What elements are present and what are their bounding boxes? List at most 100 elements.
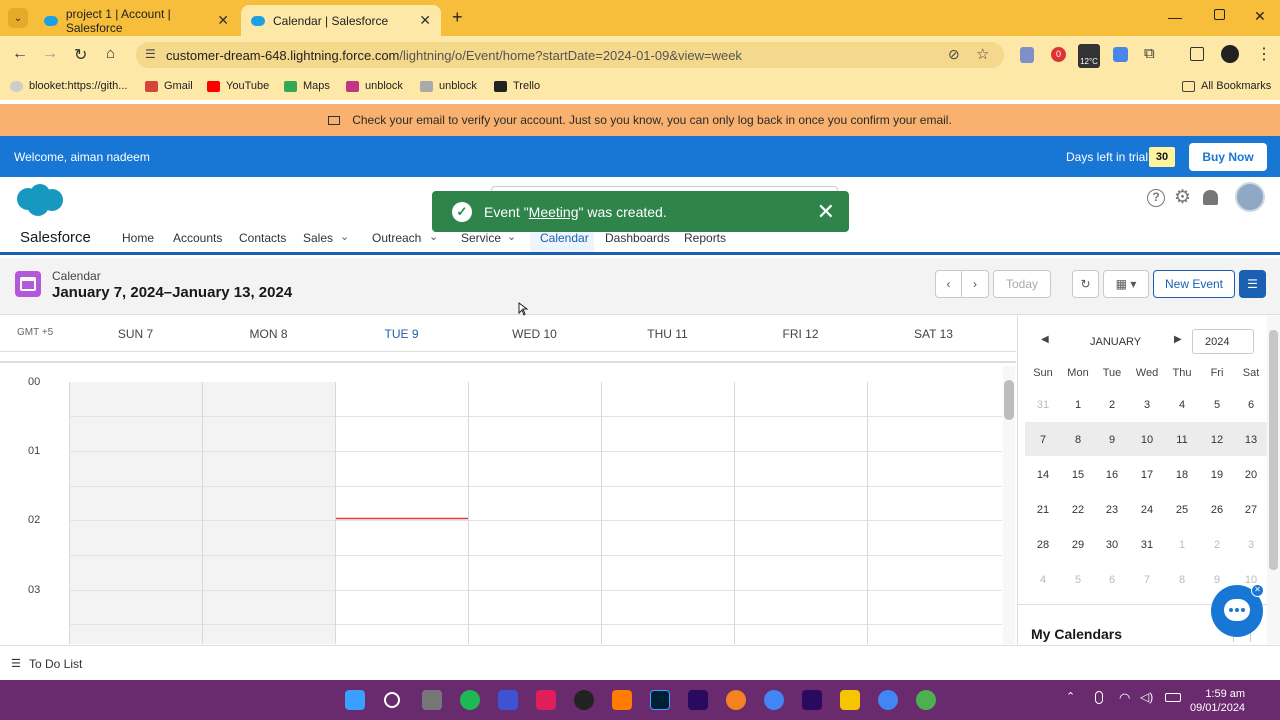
mini-calendar-day[interactable]: 9: [1095, 434, 1129, 446]
bookmark-unblock-2[interactable]: unblock: [420, 80, 477, 92]
previous-month-icon[interactable]: ◀: [1041, 334, 1049, 345]
mini-calendar-day[interactable]: 6: [1234, 399, 1268, 411]
task-view-icon[interactable]: [422, 690, 442, 710]
refresh-button[interactable]: ↻: [1072, 270, 1099, 298]
bookmark-maps[interactable]: Maps: [284, 80, 330, 92]
mini-calendar-day[interactable]: 2: [1200, 539, 1234, 551]
mini-calendar-day[interactable]: 5: [1061, 574, 1095, 586]
mini-calendar-day[interactable]: 8: [1061, 434, 1095, 446]
minimize-icon[interactable]: —: [1168, 9, 1182, 25]
forward-icon[interactable]: →: [42, 45, 58, 63]
translate-extension-icon[interactable]: [1113, 47, 1128, 62]
bookmark-star-icon[interactable]: ☆: [976, 45, 989, 63]
nav-calendar[interactable]: Calendar: [540, 231, 589, 245]
nav-accounts[interactable]: Accounts: [173, 231, 222, 245]
mini-calendar-day[interactable]: 25: [1165, 504, 1199, 516]
mini-calendar-day[interactable]: 21: [1026, 504, 1060, 516]
obs-icon[interactable]: [574, 690, 594, 710]
mini-calendar-day[interactable]: 3: [1130, 399, 1164, 411]
chrome-icon[interactable]: [764, 690, 784, 710]
nav-dashboards[interactable]: Dashboards: [605, 231, 670, 245]
mini-calendar-day[interactable]: 22: [1061, 504, 1095, 516]
new-event-button[interactable]: New Event: [1153, 270, 1235, 298]
weather-extension-icon[interactable]: 12°C: [1078, 44, 1100, 68]
mini-calendar-day[interactable]: 9: [1200, 574, 1234, 586]
next-week-button[interactable]: ›: [961, 270, 989, 298]
chrome-active-icon[interactable]: [878, 690, 898, 710]
battery-icon[interactable]: [1165, 693, 1181, 702]
new-tab-icon[interactable]: +: [452, 7, 463, 28]
view-switcher-button[interactable]: ▦ ▾: [1103, 270, 1149, 298]
mini-calendar-day[interactable]: 7: [1130, 574, 1164, 586]
side-panel-icon[interactable]: [1190, 47, 1204, 61]
address-bar[interactable]: ☰ customer-dream-648.lightning.force.com…: [136, 42, 1004, 68]
mini-calendar-day[interactable]: 5: [1200, 399, 1234, 411]
close-tab-icon[interactable]: ✕: [217, 12, 229, 29]
toast-event-link[interactable]: Meeting: [529, 204, 579, 220]
profile-avatar[interactable]: [1221, 45, 1239, 63]
previous-week-button[interactable]: ‹: [935, 270, 962, 298]
site-info-icon[interactable]: ☰: [145, 47, 156, 61]
mini-calendar-day[interactable]: 12: [1200, 434, 1234, 446]
premiere-icon[interactable]: [688, 690, 708, 710]
photoshop-icon[interactable]: [650, 690, 670, 710]
extensions-puzzle-icon[interactable]: ⧉: [1144, 45, 1155, 62]
day-header[interactable]: SUN 7: [69, 327, 202, 341]
search-icon[interactable]: [384, 692, 400, 708]
messenger-icon[interactable]: [498, 690, 518, 710]
close-toast-icon[interactable]: ✕: [817, 199, 835, 225]
mini-calendar-day[interactable]: 16: [1095, 469, 1129, 481]
day-header[interactable]: THU 11: [601, 327, 734, 341]
all-bookmarks[interactable]: All Bookmarks: [1182, 80, 1271, 92]
tracking-protection-icon[interactable]: ⊘: [948, 46, 960, 63]
nav-contacts[interactable]: Contacts: [239, 231, 286, 245]
mini-calendar-day[interactable]: 24: [1130, 504, 1164, 516]
day-header[interactable]: WED 10: [468, 327, 601, 341]
next-month-icon[interactable]: ▶: [1174, 334, 1182, 345]
bookmark-gmail[interactable]: Gmail: [145, 80, 193, 92]
mini-calendar-day[interactable]: 23: [1095, 504, 1129, 516]
mini-calendar-day[interactable]: 11: [1165, 434, 1199, 446]
mini-calendar-day[interactable]: 29: [1061, 539, 1095, 551]
file-explorer-icon[interactable]: [840, 690, 860, 710]
tab-search-button[interactable]: ⌄: [8, 8, 28, 28]
mini-calendar-day[interactable]: 19: [1200, 469, 1234, 481]
mini-calendar-day[interactable]: 20: [1234, 469, 1268, 481]
system-clock[interactable]: 1:59 am 09/01/2024: [1190, 687, 1245, 715]
reload-icon[interactable]: ↻: [74, 45, 87, 65]
mini-calendar-day[interactable]: 4: [1026, 574, 1060, 586]
wifi-icon[interactable]: ◠: [1119, 690, 1130, 706]
help-icon[interactable]: ?: [1147, 189, 1165, 207]
close-tab-icon[interactable]: ✕: [419, 12, 431, 29]
mini-calendar-day[interactable]: 15: [1061, 469, 1095, 481]
mini-calendar-day[interactable]: 3: [1234, 539, 1268, 551]
mini-calendar-day[interactable]: 4: [1165, 399, 1199, 411]
mini-calendar-day[interactable]: 14: [1026, 469, 1060, 481]
home-icon[interactable]: ⌂: [106, 45, 115, 62]
day-header[interactable]: FRI 12: [734, 327, 867, 341]
today-button[interactable]: Today: [993, 270, 1051, 298]
mini-calendar-day[interactable]: 2: [1095, 399, 1129, 411]
dismiss-chat-icon[interactable]: ✕: [1251, 584, 1264, 597]
mini-calendar-day[interactable]: 27: [1234, 504, 1268, 516]
day-header[interactable]: SAT 13: [867, 327, 1000, 341]
user-avatar[interactable]: [1235, 182, 1265, 212]
slack-icon[interactable]: [536, 690, 556, 710]
maximize-icon[interactable]: [1214, 9, 1225, 20]
buy-now-button[interactable]: Buy Now: [1189, 143, 1267, 171]
nav-home[interactable]: Home: [122, 231, 154, 245]
mini-calendar-day[interactable]: 30: [1095, 539, 1129, 551]
calendar-menu-button[interactable]: ☰: [1239, 270, 1266, 298]
extension-shield-icon[interactable]: [1020, 47, 1034, 63]
bookmark-blooket[interactable]: blooket:https://gith...: [10, 80, 127, 92]
extension-badge-icon[interactable]: 0: [1051, 47, 1066, 62]
mini-calendar-day[interactable]: 26: [1200, 504, 1234, 516]
gear-icon[interactable]: ⚙: [1174, 186, 1191, 209]
bookmark-youtube[interactable]: YouTube: [207, 80, 269, 92]
chevron-down-icon[interactable]: ⌄: [340, 230, 349, 243]
mini-calendar-day[interactable]: 7: [1026, 434, 1060, 446]
search-app-icon[interactable]: [726, 690, 746, 710]
mini-calendar-day[interactable]: 1: [1061, 399, 1095, 411]
premiere-icon[interactable]: [802, 690, 822, 710]
mini-calendar-day[interactable]: 1: [1165, 539, 1199, 551]
